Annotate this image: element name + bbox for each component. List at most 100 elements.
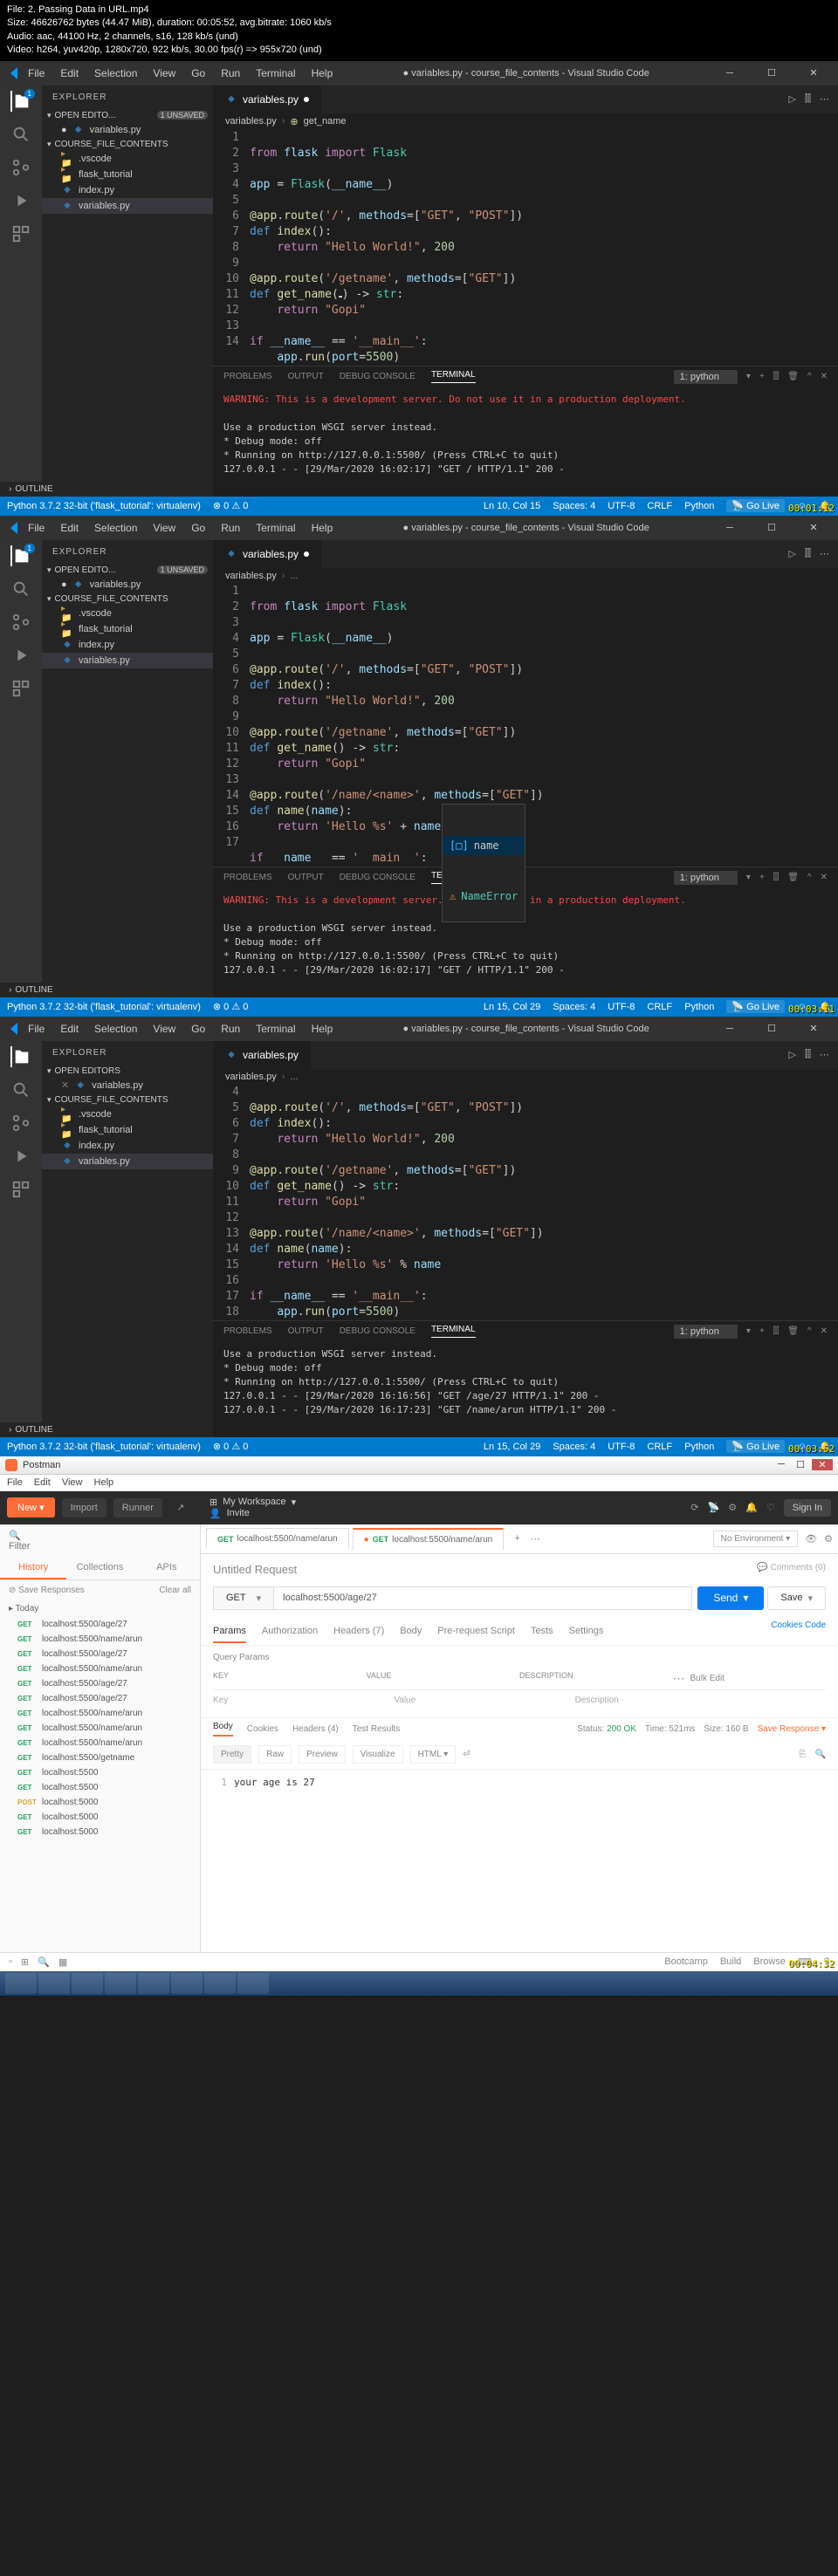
search-icon[interactable] — [10, 579, 31, 599]
history-item[interactable]: GETlocalhost:5500/age/27 — [0, 1676, 200, 1691]
code-editor[interactable]: 456789101112131415161718 @app.route('/',… — [213, 1085, 838, 1320]
menu-view[interactable]: View — [62, 1477, 83, 1488]
file-index[interactable]: ◆index.py — [42, 182, 213, 198]
menu-edit[interactable]: Edit — [34, 1477, 51, 1488]
build-toggle[interactable]: Build — [720, 1956, 741, 1968]
trash-icon[interactable]: 🗑 — [787, 1326, 799, 1336]
browse-toggle[interactable]: Browse — [753, 1956, 786, 1968]
panel-tab-debug[interactable]: DEBUG CONSOLE — [340, 1326, 416, 1336]
filter-input[interactable]: 🔍 — [0, 1524, 200, 1557]
panel-tab-output[interactable]: OUTPUT — [288, 1326, 324, 1336]
menu-edit[interactable]: Edit — [53, 64, 86, 83]
signin-button[interactable]: Sign In — [784, 1499, 831, 1517]
panel-tab-terminal[interactable]: TERMINAL — [431, 1325, 476, 1338]
menu-go[interactable]: Go — [184, 518, 212, 538]
folder-flask[interactable]: ▸ 📁flask_tutorial — [42, 167, 213, 182]
close-button[interactable]: ✕ — [812, 1459, 833, 1470]
clear-all-link[interactable]: Clear all — [159, 1586, 191, 1595]
debug-icon[interactable] — [10, 645, 31, 666]
history-item[interactable]: GETlocalhost:5500/age/27 — [0, 1691, 200, 1706]
terminal-selector[interactable]: 1: python — [674, 871, 738, 885]
history-group-today[interactable]: ▸ Today — [0, 1600, 200, 1617]
breadcrumb[interactable]: variables.py›... — [213, 568, 838, 584]
req-tab-prerequest[interactable]: Pre-request Script — [437, 1620, 515, 1643]
comments-link[interactable]: 💬 Comments (0) — [757, 1563, 826, 1576]
new-terminal-icon[interactable]: + — [759, 372, 765, 381]
maximize-button[interactable]: ☐ — [793, 1459, 808, 1470]
sidebar-tab-collections[interactable]: Collections — [66, 1557, 133, 1579]
intellisense-popup[interactable]: [□]name ⚠NameError — [442, 804, 525, 922]
url-input[interactable]: localhost:5500/age/27 — [274, 1586, 692, 1610]
source-control-icon[interactable] — [10, 1113, 31, 1134]
status-position[interactable]: Ln 10, Col 15 — [484, 501, 540, 511]
menu-run[interactable]: Run — [214, 64, 247, 83]
settings-icon[interactable]: ⚙ — [728, 1502, 737, 1513]
cookies-code-link[interactable]: Cookies Code — [771, 1620, 826, 1643]
resp-tab-tests[interactable]: Test Results — [353, 1724, 400, 1734]
req-tab-auth[interactable]: Authorization — [262, 1620, 318, 1643]
invite-button[interactable]: 👤 Invite — [199, 1508, 684, 1519]
taskbar-item[interactable] — [105, 1973, 136, 1994]
new-terminal-icon[interactable]: + — [759, 1326, 765, 1336]
open-editors-header[interactable]: ▾OPEN EDITO...1 UNSAVED — [42, 109, 213, 122]
find-icon[interactable]: 🔍 — [38, 1956, 50, 1968]
terminal-output[interactable]: WARNING: This is a development server. D… — [213, 387, 838, 482]
view-format[interactable]: HTML ▾ — [410, 1745, 457, 1764]
history-item[interactable]: GETlocalhost:5000 — [0, 1810, 200, 1825]
status-lang[interactable]: Python — [684, 1002, 714, 1012]
add-tab-icon[interactable]: + — [507, 1533, 526, 1544]
file-index[interactable]: ◆index.py — [42, 1138, 213, 1154]
close-panel-icon[interactable]: ✕ — [821, 1326, 828, 1336]
close-panel-icon[interactable]: ✕ — [821, 372, 828, 381]
explorer-icon[interactable] — [10, 1046, 31, 1067]
status-python[interactable]: Python 3.7.2 32-bit ('flask_tutorial': v… — [7, 1442, 201, 1452]
close-panel-icon[interactable]: ✕ — [821, 873, 828, 882]
env-settings-icon[interactable]: ⚙ — [824, 1533, 833, 1545]
maximize-button[interactable]: ☐ — [754, 1020, 789, 1038]
search-icon[interactable] — [10, 124, 31, 145]
terminal-output[interactable]: Use a production WSGI server instead. * … — [213, 1342, 838, 1422]
save-button[interactable]: Save▾ — [767, 1586, 826, 1610]
status-position[interactable]: Ln 15, Col 29 — [484, 1002, 540, 1012]
file-variables[interactable]: ◆variables.py — [42, 653, 213, 668]
minimize-button[interactable]: ─ — [712, 1020, 747, 1038]
status-python[interactable]: Python 3.7.2 32-bit ('flask_tutorial': v… — [7, 1002, 201, 1012]
explorer-icon[interactable] — [10, 91, 31, 112]
status-eol[interactable]: CRLF — [647, 1002, 672, 1012]
method-selector[interactable]: GET▾ — [213, 1586, 274, 1610]
request-tab-active[interactable]: ●GETlocalhost:5500/name/arun — [353, 1528, 505, 1550]
save-responses-toggle[interactable]: ⊘ Save Responses — [9, 1586, 85, 1595]
more-icon[interactable]: ⋯ — [820, 548, 829, 559]
status-spaces[interactable]: Spaces: 4 — [553, 501, 595, 511]
outline-header[interactable]: ›OUTLINE — [0, 983, 213, 997]
outline-header[interactable]: ›OUTLINE — [0, 482, 213, 497]
panel-tab-output[interactable]: OUTPUT — [288, 372, 324, 381]
maximize-button[interactable]: ☐ — [754, 519, 789, 537]
close-button[interactable]: ✕ — [796, 1020, 831, 1038]
req-tab-tests[interactable]: Tests — [531, 1620, 553, 1643]
view-raw[interactable]: Raw — [258, 1745, 292, 1764]
menu-file[interactable]: File — [21, 1019, 52, 1038]
history-item[interactable]: GETlocalhost:5500 — [0, 1765, 200, 1780]
req-tab-headers[interactable]: Headers (7) — [333, 1620, 384, 1643]
split-terminal-icon[interactable]: ⫿⫿ — [773, 372, 779, 381]
menu-selection[interactable]: Selection — [87, 518, 144, 538]
maximize-button[interactable]: ☐ — [754, 65, 789, 82]
params-row[interactable]: KeyValueDescription — [213, 1690, 826, 1710]
split-terminal-icon[interactable]: ⫿⫿ — [773, 873, 779, 882]
more-icon[interactable]: ⋯ — [820, 1049, 829, 1060]
maximize-panel-icon[interactable]: ^ — [807, 372, 812, 381]
status-encoding[interactable]: UTF-8 — [608, 1002, 635, 1012]
file-variables[interactable]: ◆variables.py — [42, 198, 213, 214]
notifications-icon[interactable]: 🔔 — [745, 1502, 758, 1513]
panel-tab-problems[interactable]: PROBLEMS — [223, 1326, 272, 1336]
run-icon[interactable]: ▷ — [788, 93, 795, 105]
tab-variables[interactable]: ◆variables.py — [213, 1041, 312, 1069]
extensions-icon[interactable] — [10, 223, 31, 244]
history-item[interactable]: GETlocalhost:5500/getname — [0, 1750, 200, 1765]
status-lang[interactable]: Python — [684, 1442, 714, 1452]
debug-icon[interactable] — [10, 1146, 31, 1167]
menu-file[interactable]: File — [21, 518, 52, 538]
open-editor-item[interactable]: ●◆variables.py — [42, 122, 213, 138]
sidebar-tab-history[interactable]: History — [0, 1557, 66, 1579]
